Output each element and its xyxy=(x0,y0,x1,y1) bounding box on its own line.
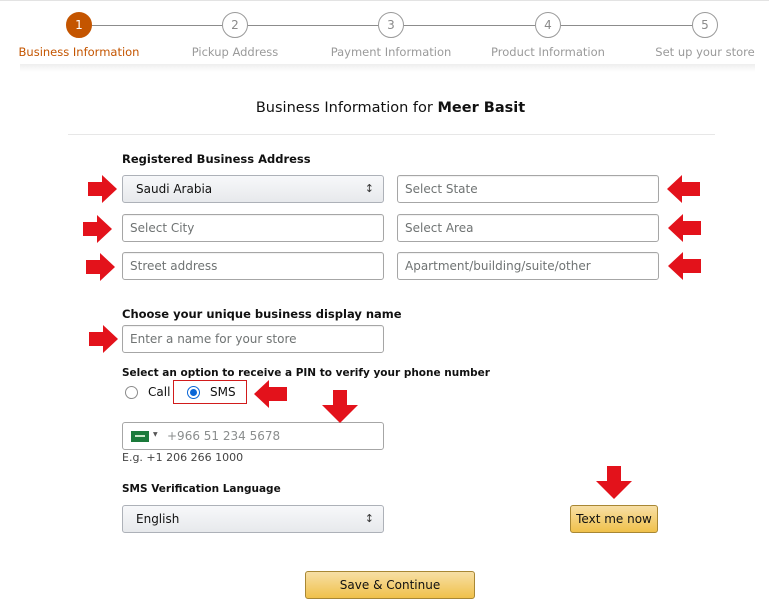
step-pickup-address[interactable]: 2 Pickup Address xyxy=(165,12,305,59)
stepper-shadow xyxy=(20,64,755,72)
annotation-arrow-left-icon xyxy=(668,252,701,280)
city-input[interactable]: Select City xyxy=(122,214,384,242)
save-continue-button[interactable]: Save & Continue xyxy=(305,571,475,599)
divider xyxy=(68,134,715,135)
sms-language-label: SMS Verification Language xyxy=(122,483,281,495)
street-address-input[interactable]: Street address xyxy=(122,252,384,280)
annotation-arrow-right-icon xyxy=(86,253,116,281)
store-name-input[interactable]: Enter a name for your store xyxy=(122,325,384,353)
annotation-arrow-right-icon xyxy=(89,325,119,353)
step-number: 1 xyxy=(66,12,92,38)
annotation-arrow-down-icon xyxy=(322,390,358,424)
select-caret-icon: ↕ xyxy=(364,512,374,525)
country-select[interactable]: Saudi Arabia ↕ xyxy=(122,175,384,203)
phone-number-input[interactable]: ▼ +966 51 234 5678 xyxy=(122,422,384,450)
step-set-up-store[interactable]: 5 Set up your store xyxy=(635,12,769,59)
sms-radio[interactable] xyxy=(187,386,200,399)
step-label: Business Information xyxy=(18,45,140,59)
page-title-prefix: Business Information for xyxy=(255,100,433,116)
sms-radio-label[interactable]: SMS xyxy=(210,385,236,399)
annotation-arrow-right-icon xyxy=(88,175,118,203)
area-placeholder: Select Area xyxy=(405,221,474,235)
step-number: 5 xyxy=(692,12,718,38)
sms-language-value: English xyxy=(136,512,180,526)
state-placeholder: Select State xyxy=(405,182,478,196)
annotation-arrow-right-icon xyxy=(83,215,113,243)
select-caret-icon: ↕ xyxy=(364,182,374,195)
step-product-information[interactable]: 4 Product Information xyxy=(478,12,618,59)
annotation-arrow-left-icon xyxy=(254,380,287,408)
annotation-arrow-left-icon xyxy=(668,214,701,242)
phone-hint: E.g. +1 206 266 1000 xyxy=(122,451,244,464)
step-number: 3 xyxy=(378,12,404,38)
step-number: 2 xyxy=(222,12,248,38)
store-name-placeholder: Enter a name for your store xyxy=(130,332,297,346)
display-name-label: Choose your unique business display name xyxy=(122,307,402,321)
step-label: Pickup Address xyxy=(191,45,279,59)
user-name: Meer Basit xyxy=(437,100,526,116)
phone-placeholder: +966 51 234 5678 xyxy=(167,429,281,443)
step-label: Payment Information xyxy=(330,45,452,59)
country-value: Saudi Arabia xyxy=(136,182,213,196)
step-payment-information[interactable]: 3 Payment Information xyxy=(321,12,461,59)
city-placeholder: Select City xyxy=(130,221,195,235)
country-code-caret-icon[interactable]: ▼ xyxy=(153,431,158,438)
state-input[interactable]: Select State xyxy=(397,175,659,203)
call-radio-label[interactable]: Call xyxy=(148,385,170,399)
step-label: Product Information xyxy=(491,45,605,59)
annotation-arrow-down-icon xyxy=(596,466,632,500)
apartment-input[interactable]: Apartment/building/suite/other xyxy=(397,252,659,280)
registered-address-label: Registered Business Address xyxy=(122,152,311,166)
pin-option-label: Select an option to receive a PIN to ver… xyxy=(122,367,490,379)
sms-language-select[interactable]: English ↕ xyxy=(122,505,384,533)
call-radio[interactable] xyxy=(125,386,138,399)
area-input[interactable]: Select Area xyxy=(397,214,659,242)
street-placeholder: Street address xyxy=(130,259,218,273)
saudi-arabia-flag-icon[interactable] xyxy=(131,431,149,442)
text-me-now-button[interactable]: Text me now xyxy=(570,505,658,533)
step-number: 4 xyxy=(535,12,561,38)
page-title: Business Information for Meer Basit xyxy=(0,100,769,116)
step-business-information[interactable]: 1 Business Information xyxy=(9,12,149,59)
annotation-arrow-left-icon xyxy=(667,175,700,203)
progress-stepper: 1 Business Information 2 Pickup Address … xyxy=(0,0,769,66)
step-label: Set up your store xyxy=(655,45,755,59)
apartment-placeholder: Apartment/building/suite/other xyxy=(405,259,591,273)
